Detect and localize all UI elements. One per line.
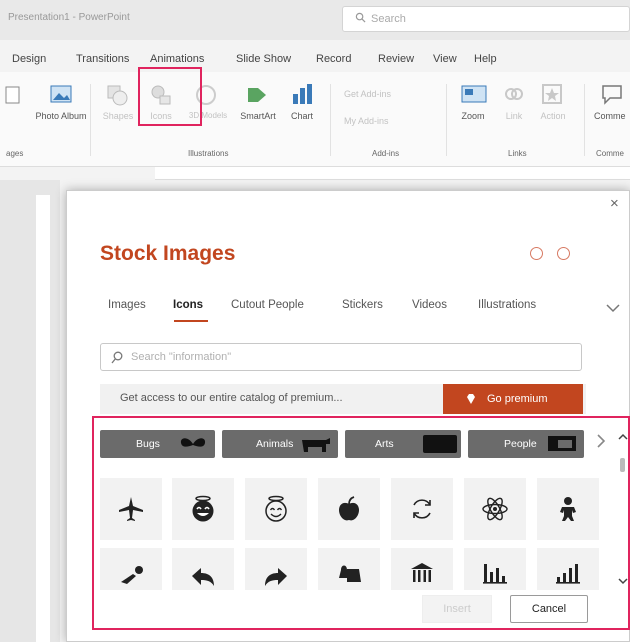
tab-animations[interactable]: Animations	[150, 53, 204, 65]
photo-album-icon[interactable]	[48, 82, 74, 108]
get-addins-button[interactable]: Get Add-ins	[344, 89, 391, 99]
active-tab-indicator	[174, 320, 208, 322]
group-label-images: ages	[6, 149, 24, 158]
tab-images[interactable]: Images	[108, 299, 146, 311]
search-input[interactable]: Search "information"	[100, 343, 582, 371]
chart-icon[interactable]	[290, 82, 314, 108]
vertical-ruler	[36, 195, 50, 642]
ribbon-tab-bar: Design Transitions Animations Slide Show…	[0, 40, 630, 72]
shapes-button[interactable]: Shapes	[98, 111, 138, 121]
highlight-icons-panel	[92, 416, 630, 630]
tab-help[interactable]: Help	[474, 53, 497, 65]
group-label-links: Links	[508, 149, 527, 158]
close-icon[interactable]: ×	[610, 195, 619, 212]
tab-videos[interactable]: Videos	[412, 299, 447, 311]
search-icon	[111, 351, 123, 364]
ribbon-separator	[584, 84, 585, 156]
link-button[interactable]: Link	[498, 111, 530, 121]
search-box[interactable]: Search	[342, 6, 630, 32]
action-icon[interactable]	[540, 82, 564, 106]
frown-feedback-icon[interactable]	[557, 247, 570, 260]
dialog-title: Stock Images	[100, 242, 236, 265]
tab-design[interactable]: Design	[12, 53, 46, 65]
go-premium-button[interactable]: Go premium	[443, 384, 583, 414]
group-label-comments: Comme	[596, 149, 625, 158]
action-button[interactable]: Action	[534, 111, 572, 121]
zoom-icon[interactable]	[460, 82, 488, 106]
smartart-button[interactable]: SmartArt	[232, 111, 284, 121]
ribbon-separator	[446, 84, 447, 156]
link-icon[interactable]	[502, 82, 526, 106]
my-addins-button[interactable]: My Add-ins	[344, 116, 389, 126]
tab-view[interactable]: View	[433, 53, 457, 65]
comment-button[interactable]: Comme	[594, 111, 630, 121]
ribbon-separator	[330, 84, 331, 156]
zoom-button[interactable]: Zoom	[454, 111, 492, 121]
tab-record[interactable]: Record	[316, 53, 351, 65]
group-label-illustrations: Illustrations	[188, 149, 229, 158]
shapes-icon[interactable]	[104, 82, 130, 108]
search-icon	[355, 12, 366, 23]
chevron-down-icon[interactable]	[606, 303, 620, 313]
search-placeholder: Search	[371, 13, 406, 25]
window-title: Presentation1 - PowerPoint	[8, 12, 130, 23]
tab-transitions[interactable]: Transitions	[76, 53, 129, 65]
go-premium-label: Go premium	[487, 393, 548, 405]
tab-illustrations[interactable]: Illustrations	[478, 299, 536, 311]
chart-button[interactable]: Chart	[284, 111, 320, 121]
slide-gutter	[0, 180, 60, 642]
photo-album-button[interactable]: Photo Album	[35, 111, 87, 121]
new-slide-icon[interactable]	[4, 84, 22, 106]
tab-slide-show[interactable]: Slide Show	[236, 53, 291, 65]
tab-stickers[interactable]: Stickers	[342, 299, 383, 311]
ribbon-separator	[90, 84, 91, 156]
smile-feedback-icon[interactable]	[530, 247, 543, 260]
highlight-icons-button	[138, 67, 202, 126]
tab-review[interactable]: Review	[378, 53, 414, 65]
diamond-icon	[467, 394, 475, 404]
search-placeholder: Search "information"	[131, 351, 232, 363]
smartart-icon[interactable]	[244, 82, 270, 108]
premium-banner-text: Get access to our entire catalog of prem…	[120, 392, 343, 404]
comment-icon[interactable]	[600, 82, 624, 106]
tab-cutout-people[interactable]: Cutout People	[231, 299, 304, 311]
tab-icons[interactable]: Icons	[173, 299, 203, 311]
horizontal-ruler	[155, 167, 630, 180]
group-label-addins: Add-ins	[372, 149, 400, 158]
